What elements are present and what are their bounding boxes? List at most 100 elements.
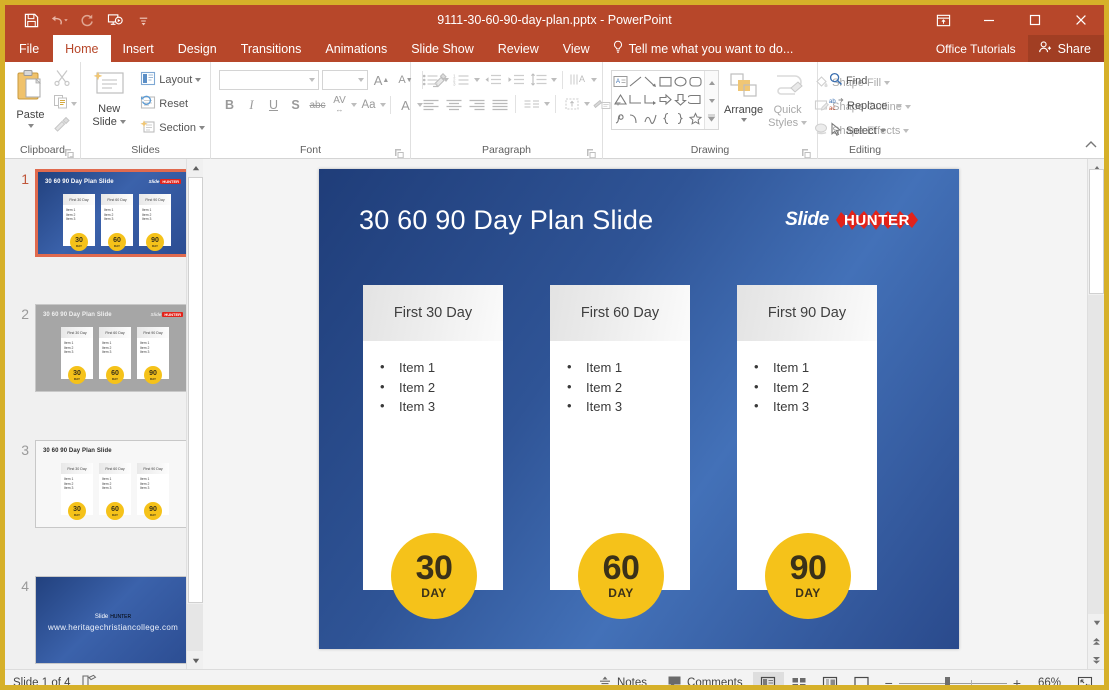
bullets-dropdown-icon[interactable] — [443, 78, 449, 82]
tab-transitions[interactable]: Transitions — [229, 35, 314, 62]
numbering-button[interactable]: 123 — [451, 70, 472, 91]
shape-gallery[interactable]: A — [611, 70, 719, 130]
day-circle-60[interactable]: 60 DAY — [578, 533, 664, 619]
tab-design[interactable]: Design — [166, 35, 229, 62]
day-circle-30[interactable]: 30 DAY — [391, 533, 477, 619]
font-dialog-launcher-icon[interactable] — [394, 148, 404, 158]
tab-insert[interactable]: Insert — [111, 35, 166, 62]
tab-home[interactable]: Home — [53, 35, 110, 62]
shape-right-arrow-icon[interactable] — [658, 91, 673, 110]
undo-icon[interactable] — [46, 8, 72, 32]
section-button[interactable]: Section — [138, 118, 207, 138]
shape-star-icon[interactable] — [688, 109, 703, 128]
day-circle-90[interactable]: 90 DAY — [765, 533, 851, 619]
minimize-icon[interactable] — [966, 5, 1012, 35]
strikethrough-button[interactable]: abc — [307, 95, 328, 116]
pane-splitter[interactable] — [203, 159, 211, 669]
replace-button[interactable]: abac Replace — [827, 96, 904, 115]
shape-scroll-up-icon[interactable] — [708, 73, 716, 91]
thumbnail-scroll-down-icon[interactable] — [187, 652, 203, 669]
font-name-dropdown-icon[interactable] — [309, 78, 315, 82]
paste-button[interactable]: Paste — [8, 65, 53, 128]
view-button-slide-sorter[interactable] — [784, 672, 815, 690]
align-center-button[interactable] — [443, 94, 464, 115]
paragraph-dialog-launcher-icon[interactable] — [586, 148, 596, 158]
tab-review[interactable]: Review — [486, 35, 551, 62]
shape-rectangle-icon[interactable] — [658, 72, 673, 91]
thumbnail-scroll-up-icon[interactable] — [187, 159, 203, 176]
text-direction-button[interactable]: A — [568, 70, 589, 91]
reset-button[interactable]: Reset — [138, 94, 207, 114]
tab-view[interactable]: View — [551, 35, 602, 62]
thumbnail-frame-4[interactable]: Slide HUNTER www.heritagechristiancolleg… — [35, 576, 191, 664]
cut-icon[interactable] — [53, 69, 77, 91]
new-slide-button[interactable]: New Slide — [84, 65, 134, 128]
zoom-in-button[interactable]: + — [1013, 675, 1021, 690]
shape-textbox-icon[interactable]: A — [613, 72, 628, 91]
replace-dropdown-icon[interactable] — [896, 104, 902, 108]
thumbnail-frame-2[interactable]: 30 60 90 Day Plan Slide Slide HUNTER Fir… — [35, 304, 191, 392]
shape-elbow-arrow-icon[interactable] — [643, 91, 658, 110]
slide-counter[interactable]: Slide 1 of 4 — [13, 677, 71, 689]
slide-area-scrollbar[interactable] — [1087, 159, 1104, 669]
slide-scroll-track[interactable] — [1088, 295, 1105, 614]
tab-slide-show[interactable]: Slide Show — [399, 35, 486, 62]
drawing-dialog-launcher-icon[interactable] — [801, 148, 811, 158]
shape-scroll-down-icon[interactable] — [708, 91, 716, 109]
slide-edit-area[interactable]: 30 60 90 Day Plan Slide Slide HUNTER Fir… — [211, 159, 1087, 669]
fit-to-window-button[interactable] — [1069, 672, 1100, 690]
quick-styles-button[interactable]: Quick Styles — [768, 70, 807, 129]
shape-elbow-connector-icon[interactable] — [628, 91, 643, 110]
select-dropdown-icon[interactable] — [880, 129, 886, 133]
columns-dropdown-icon[interactable] — [544, 102, 550, 106]
view-button-reading[interactable] — [815, 672, 846, 690]
zoom-control[interactable]: − + 66% — [877, 675, 1069, 690]
zoom-slider[interactable] — [899, 683, 1007, 684]
zoom-out-button[interactable]: − — [885, 675, 893, 690]
customize-quick-access-icon[interactable] — [130, 8, 156, 32]
shape-right-brace-icon[interactable] — [673, 109, 688, 128]
shape-scribble-icon[interactable] — [613, 109, 628, 128]
current-slide[interactable]: 30 60 90 Day Plan Slide Slide HUNTER Fir… — [319, 169, 959, 649]
bullets-button[interactable] — [420, 70, 441, 91]
thumbnail-pane-scrollbar[interactable] — [186, 159, 203, 669]
change-case-dropdown-icon[interactable] — [380, 103, 386, 107]
shape-left-brace-icon[interactable] — [658, 109, 673, 128]
thumbnail-slide-4[interactable]: 4 Slide HUNTER www.heritagechristiancoll… — [9, 576, 191, 664]
arrange-button[interactable]: Arrange — [724, 70, 763, 122]
font-size-input[interactable] — [322, 70, 368, 90]
quick-styles-dropdown-icon[interactable] — [801, 121, 807, 125]
find-button[interactable]: Find — [827, 71, 869, 90]
change-case-button[interactable]: Aa — [358, 95, 379, 116]
character-spacing-dropdown-icon[interactable] — [351, 103, 357, 107]
share-button[interactable]: Share — [1028, 35, 1104, 62]
collapse-ribbon-button[interactable] — [1084, 137, 1098, 155]
underline-button[interactable]: U — [263, 95, 284, 116]
font-size-dropdown-icon[interactable] — [358, 78, 364, 82]
thumbnail-scroll-thumb[interactable] — [188, 177, 203, 603]
slide-scroll-thumb[interactable] — [1089, 169, 1104, 294]
increase-indent-button[interactable] — [505, 70, 526, 91]
shape-arrow-icon[interactable] — [643, 72, 658, 91]
paste-dropdown-icon[interactable] — [28, 124, 34, 128]
tab-animations[interactable]: Animations — [313, 35, 399, 62]
shape-curve-icon[interactable] — [628, 109, 643, 128]
save-icon[interactable] — [18, 8, 44, 32]
align-text-dropdown-icon[interactable] — [584, 102, 590, 106]
shape-rounded-rectangle-icon[interactable] — [688, 72, 703, 91]
next-slide-icon[interactable] — [1088, 652, 1105, 669]
clipboard-dialog-launcher-icon[interactable] — [64, 148, 74, 158]
zoom-slider-thumb[interactable] — [945, 677, 950, 690]
shape-oval-icon[interactable] — [673, 72, 688, 91]
justify-button[interactable] — [489, 94, 510, 115]
shape-gallery-scrollbar[interactable] — [704, 71, 718, 129]
line-spacing-dropdown-icon[interactable] — [551, 78, 557, 82]
thumbnail-slide-3[interactable]: 3 30 60 90 Day Plan Slide First 30 Day I… — [9, 440, 191, 528]
thumbnail-scroll-track[interactable] — [187, 604, 203, 651]
align-right-button[interactable] — [466, 94, 487, 115]
shape-gallery-more-icon[interactable] — [707, 109, 716, 127]
section-dropdown-icon[interactable] — [199, 126, 205, 130]
redo-icon[interactable] — [74, 8, 100, 32]
shape-freeform-icon[interactable] — [643, 109, 658, 128]
view-button-normal[interactable] — [753, 672, 784, 690]
